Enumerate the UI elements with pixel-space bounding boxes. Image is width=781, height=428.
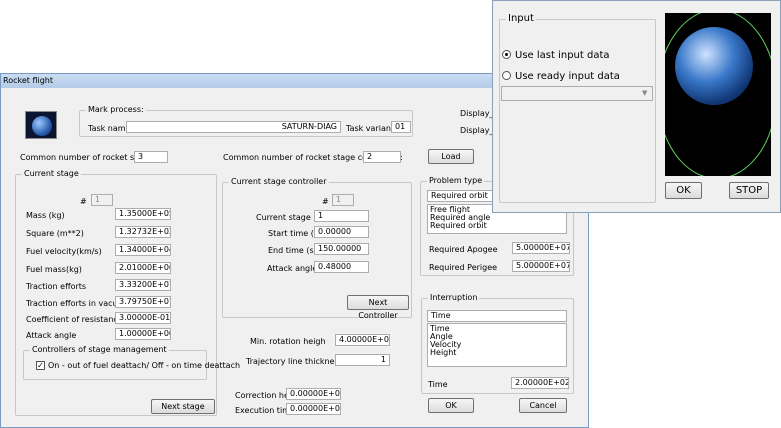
ctrl-attack-angle-label: Attack angle	[267, 264, 318, 273]
interruption-select[interactable]: Time	[427, 310, 567, 322]
load-button[interactable]: Load	[428, 149, 474, 164]
use-ready-radio[interactable]	[502, 71, 511, 80]
correction-heigh-input[interactable]: 0.00000E+00	[286, 388, 341, 400]
controller-number-input: 1	[332, 194, 354, 206]
end-time-label: End time (s)	[268, 246, 317, 255]
square-input[interactable]: 1.32732E+02	[115, 226, 171, 238]
trajectory-thickness-input[interactable]: 1	[335, 354, 390, 366]
fuel-mass-label: Fuel mass(kg)	[26, 265, 82, 274]
resistance-input[interactable]: 3.00000E-01	[115, 312, 171, 324]
chevron-down-icon: ▼	[642, 89, 648, 97]
mark-process-legend: Mark process:	[86, 105, 146, 115]
list-item[interactable]: Required orbit	[430, 222, 564, 230]
input-group: Input	[499, 14, 656, 203]
fuel-velocity-label: Fuel velocity(km/s)	[26, 247, 102, 256]
required-perigee-label: Required Perigee	[429, 263, 498, 272]
stages-count-input[interactable]: 3	[134, 151, 168, 163]
ready-data-select[interactable]	[501, 86, 653, 101]
input-legend: Input	[506, 13, 536, 24]
problem-type-legend: Problem type	[427, 176, 485, 186]
interruption-legend: Interruption	[428, 293, 480, 303]
popup-ok-button[interactable]: OK	[665, 182, 702, 199]
required-apogee-input[interactable]: 5.00000E+07	[512, 242, 570, 254]
stage-number-input: 1	[91, 194, 113, 206]
earth-logo	[25, 111, 57, 139]
traction-label: Traction efforts	[26, 282, 87, 291]
resistance-label: Coefficient of resistance	[26, 315, 123, 324]
task-variant-input[interactable]: 01	[391, 121, 411, 133]
task-name-label: Task name	[88, 124, 131, 133]
attack-angle-input[interactable]: 1.00000E+00	[115, 328, 171, 340]
use-ready-label: Use ready input data	[515, 71, 620, 82]
fuel-mass-input[interactable]: 2.01000E+06	[115, 262, 171, 274]
start-time-input[interactable]: 0.00000	[314, 226, 369, 238]
attack-angle-label: Attack angle	[26, 331, 77, 340]
list-item[interactable]: Height	[430, 349, 564, 357]
stage-management-legend: Controllers of stage management	[30, 345, 169, 355]
next-stage-button[interactable]: Next stage	[151, 399, 215, 414]
stage-controller-legend: Current stage controller	[229, 177, 329, 187]
deattach-label: On - out of fuel deattach/ Off - on time…	[48, 361, 241, 370]
fuel-velocity-input[interactable]: 1.34000E+04	[115, 244, 171, 256]
trajectory-thickness-label: Trajectory line thickness	[246, 357, 343, 366]
deattach-checkbox[interactable]: ✓	[36, 361, 45, 370]
popup-stop-button[interactable]: STOP	[729, 182, 769, 199]
use-last-label: Use last input data	[515, 50, 610, 61]
interrupt-time-input[interactable]: 2.00000E+02	[511, 377, 569, 389]
interruption-list: Time Angle Velocity Height	[427, 323, 567, 367]
traction-input[interactable]: 3.33200E+07	[115, 279, 171, 291]
current-stage-num-label: Current stage #	[256, 213, 321, 222]
interrupt-time-label: Time	[428, 380, 448, 389]
use-last-radio[interactable]	[502, 50, 511, 59]
ctrl-attack-angle-input[interactable]: 0.48000	[314, 261, 369, 273]
task-variant-label: Task variant	[346, 124, 395, 133]
cancel-button[interactable]: Cancel	[519, 398, 567, 413]
traction-vacuum-input[interactable]: 3.79750E+07	[115, 296, 171, 308]
execution-time-input[interactable]: 0.00000E+00	[286, 403, 341, 415]
stage-number-hash: #	[80, 197, 87, 206]
orbit-line	[665, 13, 771, 176]
earth-orbit-image	[665, 13, 771, 176]
current-stage-num-input[interactable]: 1	[314, 210, 369, 222]
controller-number-hash: #	[322, 197, 329, 206]
required-perigee-input[interactable]: 5.00000E+07	[512, 260, 570, 272]
next-controller-button[interactable]: Next Controller	[347, 295, 409, 320]
min-rotation-label: Min. rotation heigh	[250, 337, 326, 346]
controllers-count-input[interactable]: 2	[363, 151, 401, 163]
required-apogee-label: Required Apogee	[429, 245, 498, 254]
task-name-input[interactable]: SATURN-DIAG	[126, 121, 341, 133]
earth-icon	[32, 116, 52, 136]
input-popup: Input Use last input data Use ready inpu…	[492, 0, 781, 213]
square-label: Square (m**2)	[26, 229, 84, 238]
min-rotation-input[interactable]: 4.00000E+04	[335, 334, 390, 346]
ok-button[interactable]: OK	[428, 398, 474, 413]
current-stage-legend: Current stage	[22, 169, 81, 179]
mass-input[interactable]: 1.35000E+05	[115, 208, 171, 220]
end-time-input[interactable]: 150.00000	[314, 243, 369, 255]
mass-label: Mass (kg)	[26, 211, 65, 220]
